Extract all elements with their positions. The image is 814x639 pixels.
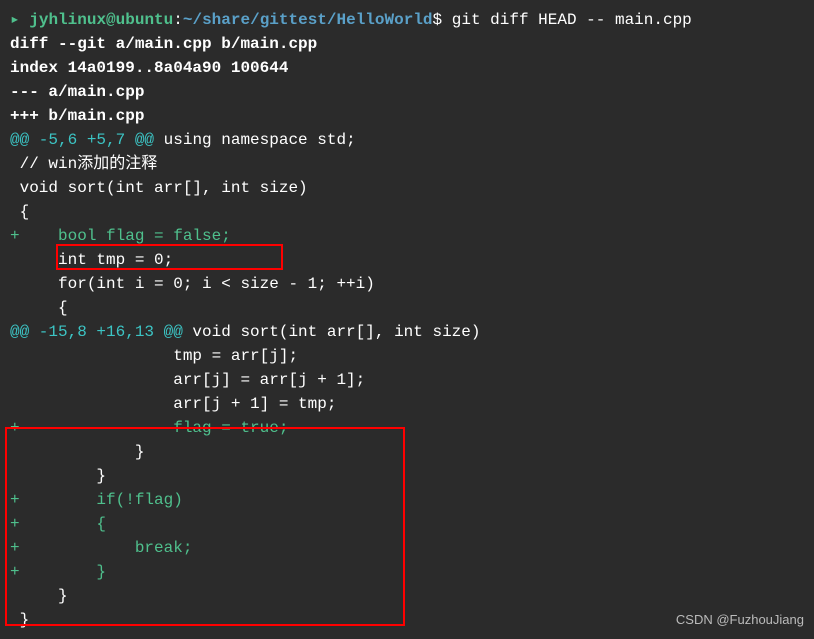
diff-context: for(int i = 0; i < size - 1; ++i) xyxy=(10,272,804,296)
diff-context: } xyxy=(10,440,804,464)
diff-added: + break; xyxy=(10,536,804,560)
diff-hunk2: @@ -15,8 +16,13 @@ void sort(int arr[], … xyxy=(10,320,804,344)
prompt-path: ~/share/gittest/HelloWorld xyxy=(183,11,433,29)
diff-context: } xyxy=(10,584,804,608)
diff-added: + } xyxy=(10,560,804,584)
prompt-dollar: $ xyxy=(433,11,443,29)
diff-hunk1: @@ -5,6 +5,7 @@ using namespace std; xyxy=(10,128,804,152)
typed-command[interactable] xyxy=(442,11,452,29)
diff-context: void sort(int arr[], int size) xyxy=(10,176,804,200)
prompt-colon: : xyxy=(173,11,183,29)
diff-added: + if(!flag) xyxy=(10,488,804,512)
diff-added: + flag = true; xyxy=(10,416,804,440)
prompt-user-host: jyhlinux@ubuntu xyxy=(29,11,173,29)
diff-header: diff --git a/main.cpp b/main.cpp xyxy=(10,32,804,56)
terminal-prompt: ▸ jyhlinux@ubuntu:~/share/gittest/HelloW… xyxy=(10,8,804,32)
diff-file-a: --- a/main.cpp xyxy=(10,80,804,104)
watermark: CSDN @FuzhouJiang xyxy=(676,610,804,630)
diff-context: int tmp = 0; xyxy=(10,248,804,272)
diff-context: tmp = arr[j]; xyxy=(10,344,804,368)
diff-added: + { xyxy=(10,512,804,536)
diff-context: { xyxy=(10,200,804,224)
diff-context: arr[j] = arr[j + 1]; xyxy=(10,368,804,392)
diff-added: + bool flag = false; xyxy=(10,224,804,248)
diff-context: } xyxy=(10,464,804,488)
prompt-arrow: ▸ xyxy=(10,11,29,29)
hunk1-range: @@ -5,6 +5,7 @@ xyxy=(10,131,154,149)
diff-context: // win添加的注释 xyxy=(10,152,804,176)
hunk2-context: void sort(int arr[], int size) xyxy=(183,323,481,341)
hunk1-context: using namespace std; xyxy=(154,131,356,149)
diff-index: index 14a0199..8a04a90 100644 xyxy=(10,56,804,80)
diff-context: arr[j + 1] = tmp; xyxy=(10,392,804,416)
hunk2-range: @@ -15,8 +16,13 @@ xyxy=(10,323,183,341)
command-text[interactable]: git diff HEAD -- main.cpp xyxy=(452,11,692,29)
diff-file-b: +++ b/main.cpp xyxy=(10,104,804,128)
diff-context: { xyxy=(10,296,804,320)
